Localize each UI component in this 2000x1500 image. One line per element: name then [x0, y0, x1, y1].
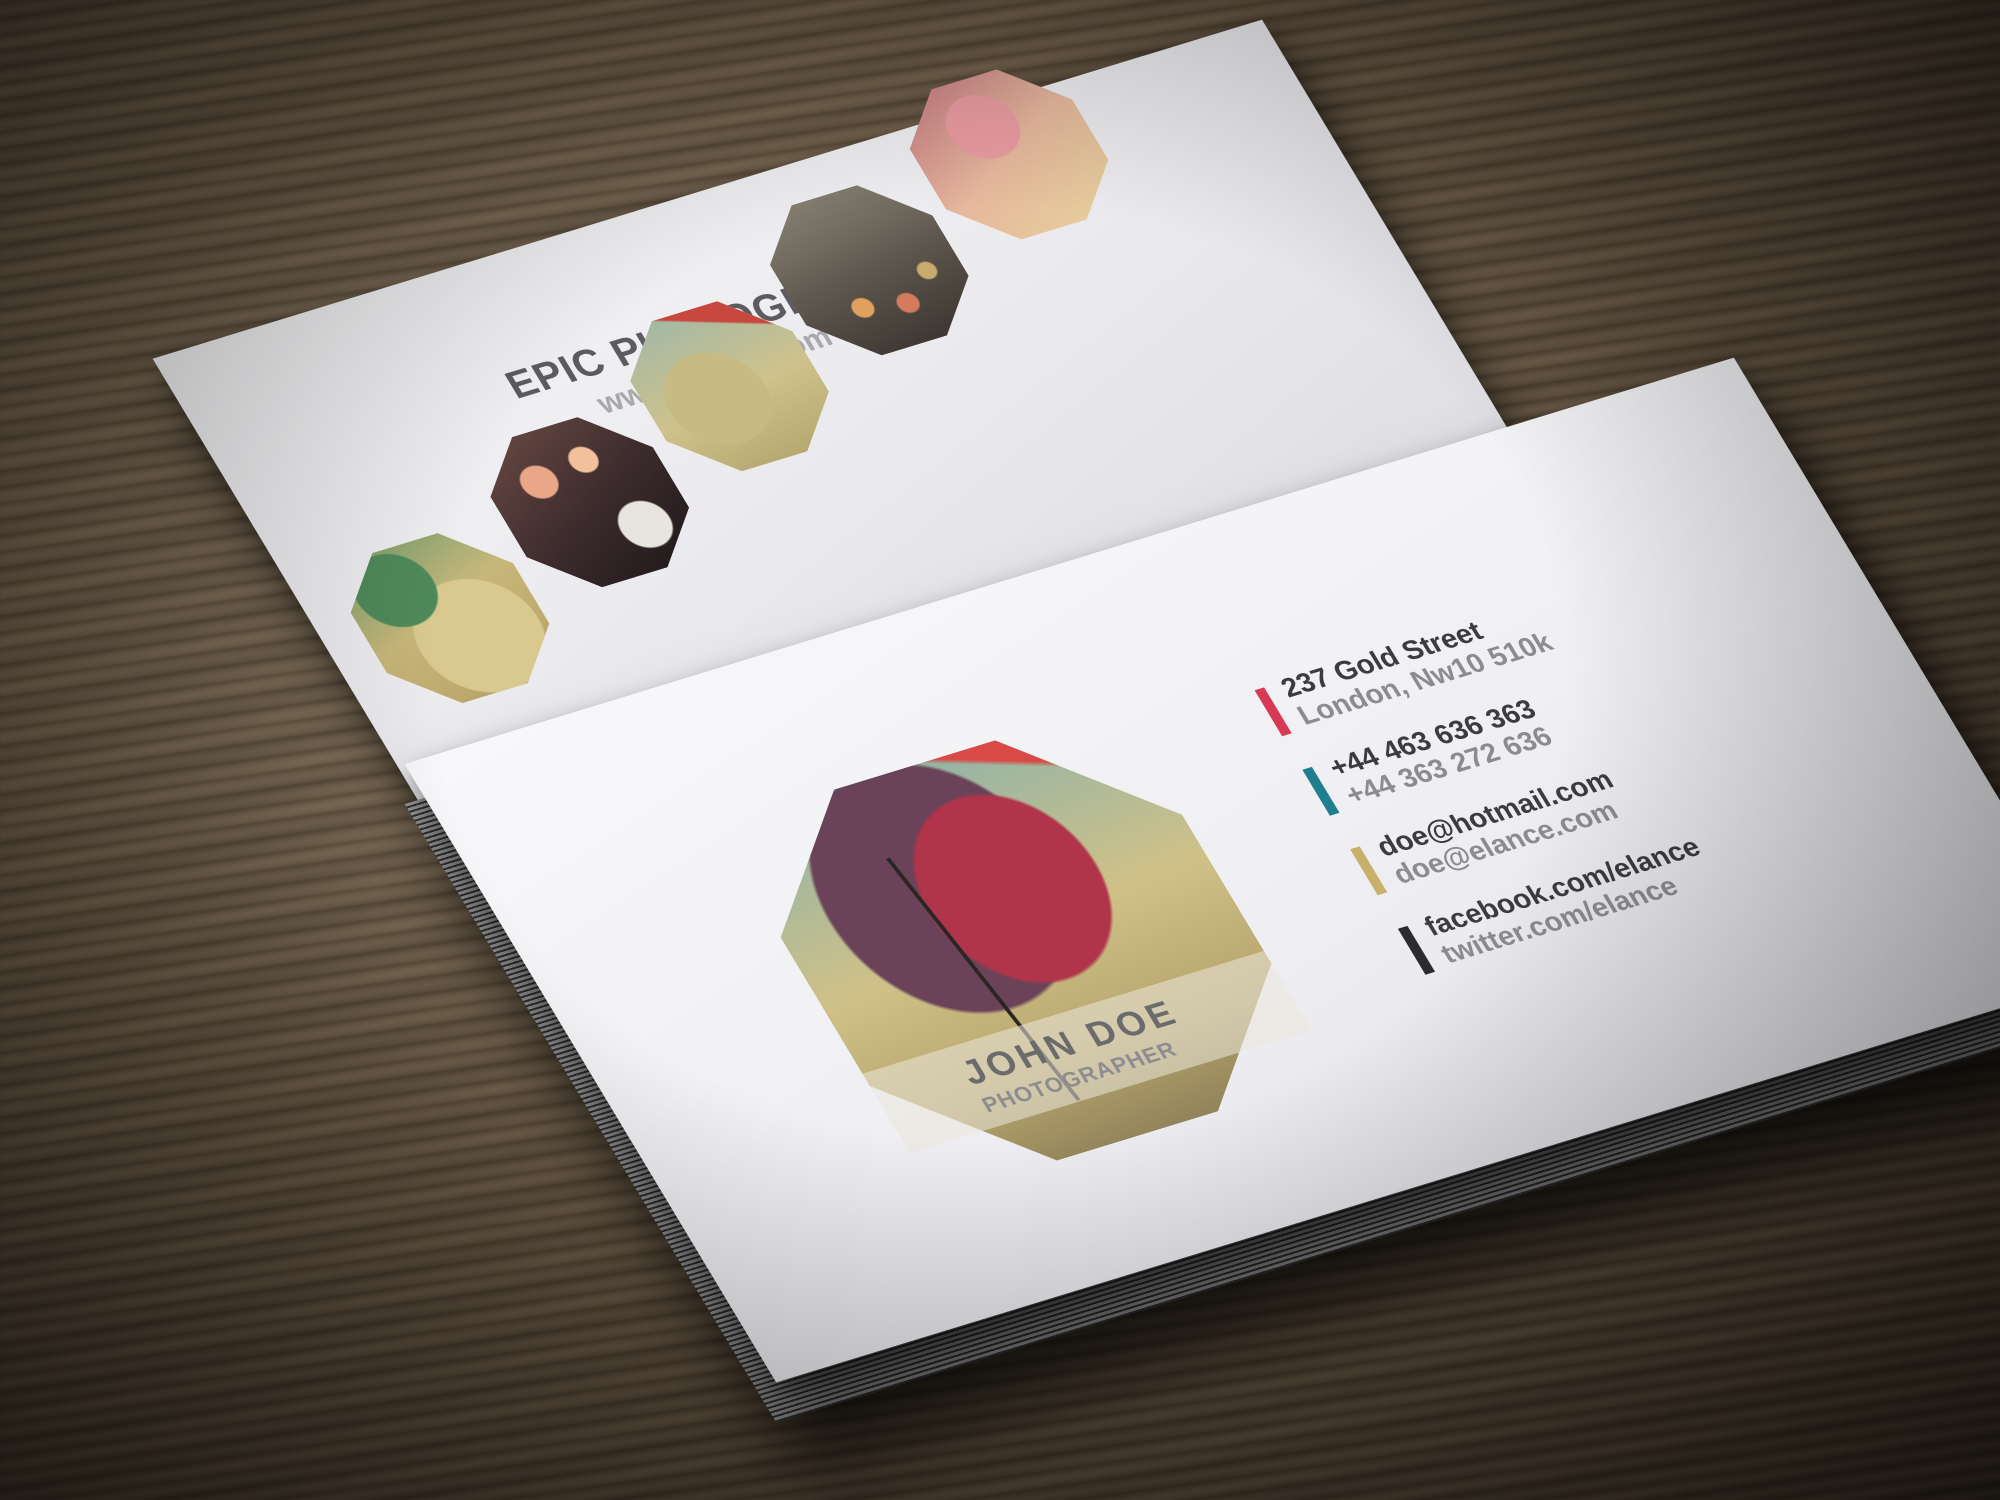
umbrella-main-photo — [714, 704, 1339, 1198]
